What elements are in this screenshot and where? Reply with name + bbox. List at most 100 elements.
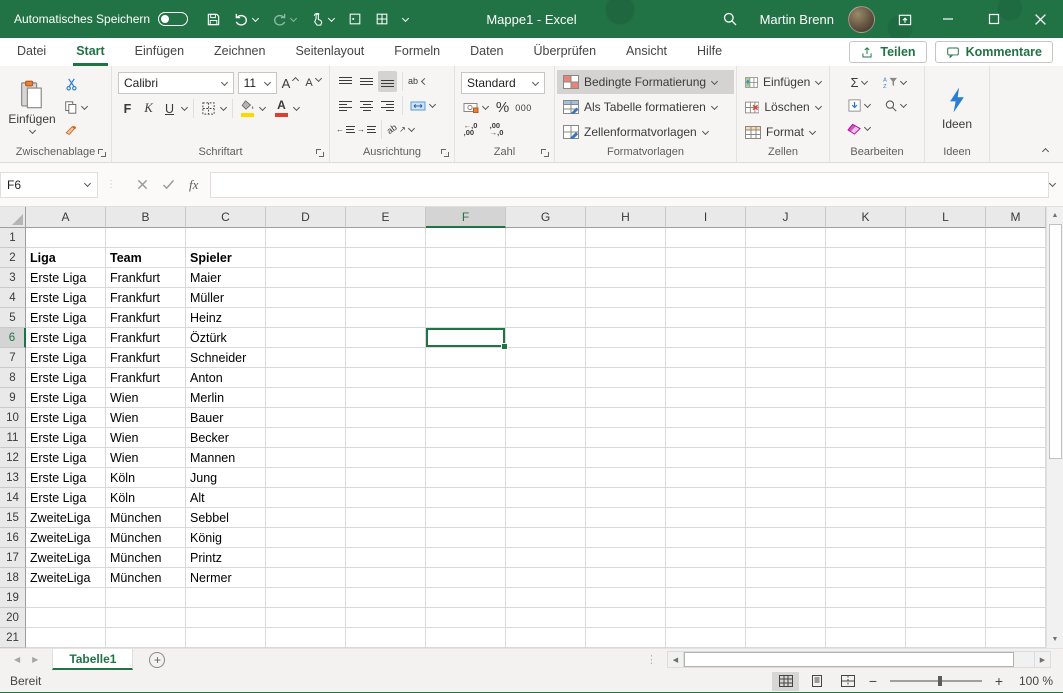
cell-A1[interactable] (26, 228, 106, 248)
cell-J14[interactable] (746, 488, 826, 508)
font-color-button[interactable]: A (272, 98, 291, 119)
cell-E6[interactable] (346, 328, 426, 348)
cell-G7[interactable] (506, 348, 586, 368)
cell-K3[interactable] (826, 268, 906, 288)
cell-D11[interactable] (266, 428, 346, 448)
cell-M12[interactable] (986, 448, 1046, 468)
cell-G6[interactable] (506, 328, 586, 348)
format-as-table-button[interactable]: Als Tabelle formatieren (557, 95, 734, 119)
cell-D4[interactable] (266, 288, 346, 308)
cell-D1[interactable] (266, 228, 346, 248)
cell-B15[interactable]: München (106, 508, 186, 528)
cell-M16[interactable] (986, 528, 1046, 548)
format-painter-button[interactable] (64, 121, 88, 141)
cell-H11[interactable] (586, 428, 666, 448)
tab-seitenlayout[interactable]: Seitenlayout (292, 38, 367, 66)
cell-C10[interactable]: Bauer (186, 408, 266, 428)
find-select-button[interactable] (877, 95, 913, 116)
cell-M2[interactable] (986, 248, 1046, 268)
cell-B8[interactable]: Frankfurt (106, 368, 186, 388)
cell-I6[interactable] (666, 328, 746, 348)
cell-J20[interactable] (746, 608, 826, 628)
cell-M11[interactable] (986, 428, 1046, 448)
zoom-out-button[interactable]: − (865, 673, 881, 689)
font-color-chevron[interactable] (293, 105, 300, 112)
cell-D2[interactable] (266, 248, 346, 268)
column-header-B[interactable]: B (106, 207, 186, 228)
cell-I10[interactable] (666, 408, 746, 428)
cell-B20[interactable] (106, 608, 186, 628)
cell-A20[interactable] (26, 608, 106, 628)
cell-G17[interactable] (506, 548, 586, 568)
undo-button[interactable] (234, 12, 259, 27)
cell-L7[interactable] (906, 348, 986, 368)
cell-K2[interactable] (826, 248, 906, 268)
cell-K21[interactable] (826, 628, 906, 648)
cell-I8[interactable] (666, 368, 746, 388)
cell-H2[interactable] (586, 248, 666, 268)
touch-mode-button[interactable] (310, 12, 335, 27)
cell-A7[interactable]: Erste Liga (26, 348, 106, 368)
cell-A17[interactable]: ZweiteLiga (26, 548, 106, 568)
scroll-left-arrow[interactable]: ◀ (667, 651, 684, 668)
cell-D10[interactable] (266, 408, 346, 428)
row-header-2[interactable]: 2 (0, 248, 26, 268)
horizontal-scroll-thumb[interactable] (684, 652, 1014, 667)
row-header-4[interactable]: 4 (0, 288, 26, 308)
cell-D21[interactable] (266, 628, 346, 648)
cell-C14[interactable]: Alt (186, 488, 266, 508)
cell-F18[interactable] (426, 568, 506, 588)
tab-datei[interactable]: Datei (14, 38, 49, 66)
cell-J8[interactable] (746, 368, 826, 388)
cell-H13[interactable] (586, 468, 666, 488)
cell-A9[interactable]: Erste Liga (26, 388, 106, 408)
cell-B14[interactable]: Köln (106, 488, 186, 508)
column-header-C[interactable]: C (186, 207, 266, 228)
cell-B6[interactable]: Frankfurt (106, 328, 186, 348)
row-header-3[interactable]: 3 (0, 268, 26, 288)
cell-H19[interactable] (586, 588, 666, 608)
cell-C1[interactable] (186, 228, 266, 248)
cell-I18[interactable] (666, 568, 746, 588)
column-header-F[interactable]: F (426, 207, 506, 228)
enter-button[interactable] (162, 179, 175, 190)
close-button[interactable] (1017, 0, 1063, 38)
cell-E16[interactable] (346, 528, 426, 548)
vertical-scrollbar[interactable]: ▲ ▼ (1046, 207, 1063, 648)
cell-F5[interactable] (426, 308, 506, 328)
cell-C19[interactable] (186, 588, 266, 608)
cell-M21[interactable] (986, 628, 1046, 648)
cell-H15[interactable] (586, 508, 666, 528)
align-middle-button[interactable] (357, 71, 376, 92)
cell-B4[interactable]: Frankfurt (106, 288, 186, 308)
cell-G5[interactable] (506, 308, 586, 328)
cell-G21[interactable] (506, 628, 586, 648)
cell-E14[interactable] (346, 488, 426, 508)
cell-B21[interactable] (106, 628, 186, 648)
cell-L3[interactable] (906, 268, 986, 288)
accounting-format-button[interactable] (461, 97, 480, 118)
number-format-combo[interactable]: Standard (461, 72, 545, 94)
tab-hilfe[interactable]: Hilfe (694, 38, 725, 66)
cell-C21[interactable] (186, 628, 266, 648)
cell-G11[interactable] (506, 428, 586, 448)
cell-E7[interactable] (346, 348, 426, 368)
row-header-12[interactable]: 12 (0, 448, 26, 468)
fill-button[interactable] (841, 95, 877, 116)
cell-F6[interactable] (426, 328, 506, 348)
cell-I3[interactable] (666, 268, 746, 288)
cell-F17[interactable] (426, 548, 506, 568)
cell-F1[interactable] (426, 228, 506, 248)
alignment-dialog-launcher[interactable] (441, 149, 450, 158)
cell-A14[interactable]: Erste Liga (26, 488, 106, 508)
cell-F10[interactable] (426, 408, 506, 428)
cell-M18[interactable] (986, 568, 1046, 588)
cell-M14[interactable] (986, 488, 1046, 508)
cell-A2[interactable]: Liga (26, 248, 106, 268)
cell-D16[interactable] (266, 528, 346, 548)
row-header-8[interactable]: 8 (0, 368, 26, 388)
cell-K10[interactable] (826, 408, 906, 428)
cancel-button[interactable] (137, 179, 148, 190)
cell-K20[interactable] (826, 608, 906, 628)
cell-I4[interactable] (666, 288, 746, 308)
